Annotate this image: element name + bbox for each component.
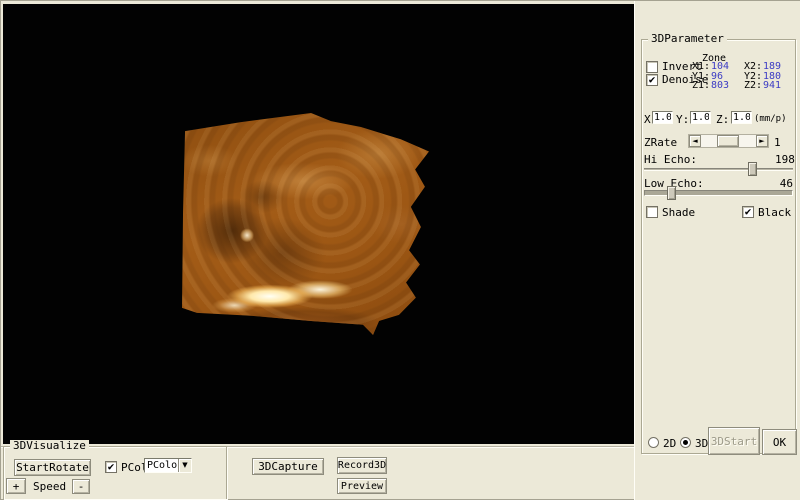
low-echo-value: 46 [775,178,793,189]
z-scale-input[interactable] [731,111,752,124]
mode-3d-label: 3D [695,438,708,449]
mode-2d-label: 2D [663,438,676,449]
zrate-scroll-left-icon[interactable]: ◄ [689,135,701,147]
zone-z2-label: Z2: [744,81,763,91]
render-viewport[interactable] [3,4,634,444]
hi-echo-value: 198 [775,154,793,165]
y-scale-input[interactable] [690,111,711,124]
mode-3d-radio[interactable] [680,437,691,448]
zrate-scroll-thumb[interactable] [717,135,739,147]
zrate-value: 1 [774,137,781,148]
denoise-checkbox[interactable]: ✔ [646,74,658,86]
chevron-down-icon[interactable]: ▼ [178,459,191,472]
speed-label: Speed [33,481,66,492]
zone-z2-value: 941 [763,81,794,91]
black-label: Black [758,207,791,218]
preview-button[interactable]: Preview [337,478,387,494]
y-scale-label: Y: [676,114,689,125]
shade-checkbox[interactable] [646,206,658,218]
ok-button[interactable]: OK [762,429,797,455]
check-icon: ✔ [108,460,115,473]
record-3d-button[interactable]: Record3D [337,457,387,474]
visualize-groupbox: 3DVisualize StartRotate + Speed - ✔ PCol… [3,446,227,499]
radio-dot [683,440,688,445]
start-3d-button[interactable]: 3DStart [708,427,760,455]
zone-z1-label: Z1: [692,81,711,91]
speed-minus-button[interactable]: - [72,479,90,494]
scale-unit-label: (mm/p) [754,114,787,125]
parameter-groupbox: 3DParameter Invert ✔ Denoise Zone X1: 10… [641,39,796,454]
check-icon: ✔ [745,205,752,218]
invert-checkbox[interactable] [646,61,658,73]
z-scale-label: Z: [716,114,729,125]
mode-2d-radio[interactable] [648,437,659,448]
hi-echo-slider-track[interactable] [644,168,793,171]
x-scale-input[interactable] [652,111,673,124]
zone-z1-value: 803 [711,81,744,91]
black-checkbox[interactable]: ✔ [742,206,754,218]
app-window: 3DParameter Invert ✔ Denoise Zone X1: 10… [0,0,800,500]
speed-plus-button[interactable]: + [6,478,26,494]
hi-echo-label: Hi Echo: [644,154,697,165]
low-echo-slider-thumb[interactable] [667,186,676,200]
pcolor-checkbox[interactable]: ✔ [105,461,117,473]
visualize-group-title: 3DVisualize [10,440,89,452]
check-icon: ✔ [649,73,656,86]
zrate-label: ZRate [644,137,677,148]
shade-label: Shade [662,207,695,218]
zrate-scrollbar[interactable]: ◄ ► [688,134,769,148]
zrate-scroll-right-icon[interactable]: ► [756,135,768,147]
parameter-group-title: 3DParameter [648,33,727,45]
capture-3d-button[interactable]: 3DCapture [252,458,324,475]
start-rotate-button[interactable]: StartRotate [14,459,91,476]
zone-values-grid: X1: 104 X2: 189 Y1: 96 Y2: 180 Z1: 803 Z… [692,62,796,91]
ultrasound-volume-render[interactable] [179,111,431,337]
hi-echo-slider-thumb[interactable] [748,162,757,176]
parameter-panel: 3DParameter Invert ✔ Denoise Zone X1: 10… [634,1,800,500]
pcolor-dropdown[interactable]: PColor ▼ [144,458,192,473]
